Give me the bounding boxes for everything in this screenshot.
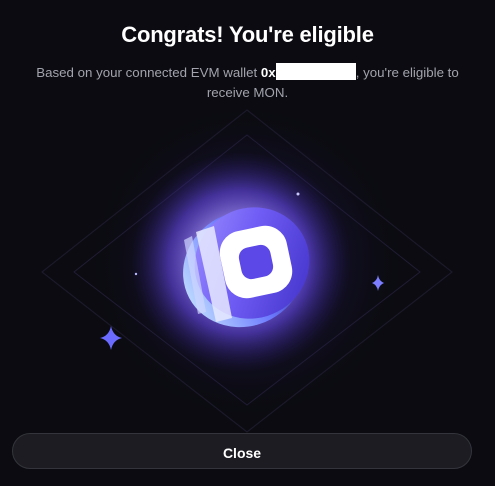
- description-line-2: receive MON.: [206, 85, 289, 100]
- wallet-prefix: 0x: [260, 65, 276, 80]
- close-button[interactable]: Close: [12, 433, 472, 469]
- wallet-address-redacted: [275, 63, 356, 80]
- modal-title: Congrats! You're eligible: [121, 22, 374, 47]
- description-line-1: Based on your connected EVM wallet 0x , y…: [0, 63, 495, 83]
- description-text-before: Based on your connected EVM wallet: [36, 65, 261, 80]
- eligibility-modal: Congrats! You're eligible Based on your …: [0, 0, 495, 486]
- modal-description: Based on your connected EVM wallet 0x , y…: [0, 63, 495, 103]
- star-dot: [296, 192, 300, 196]
- description-text-after: , you're eligible to: [355, 65, 459, 80]
- star-dot: [134, 272, 138, 276]
